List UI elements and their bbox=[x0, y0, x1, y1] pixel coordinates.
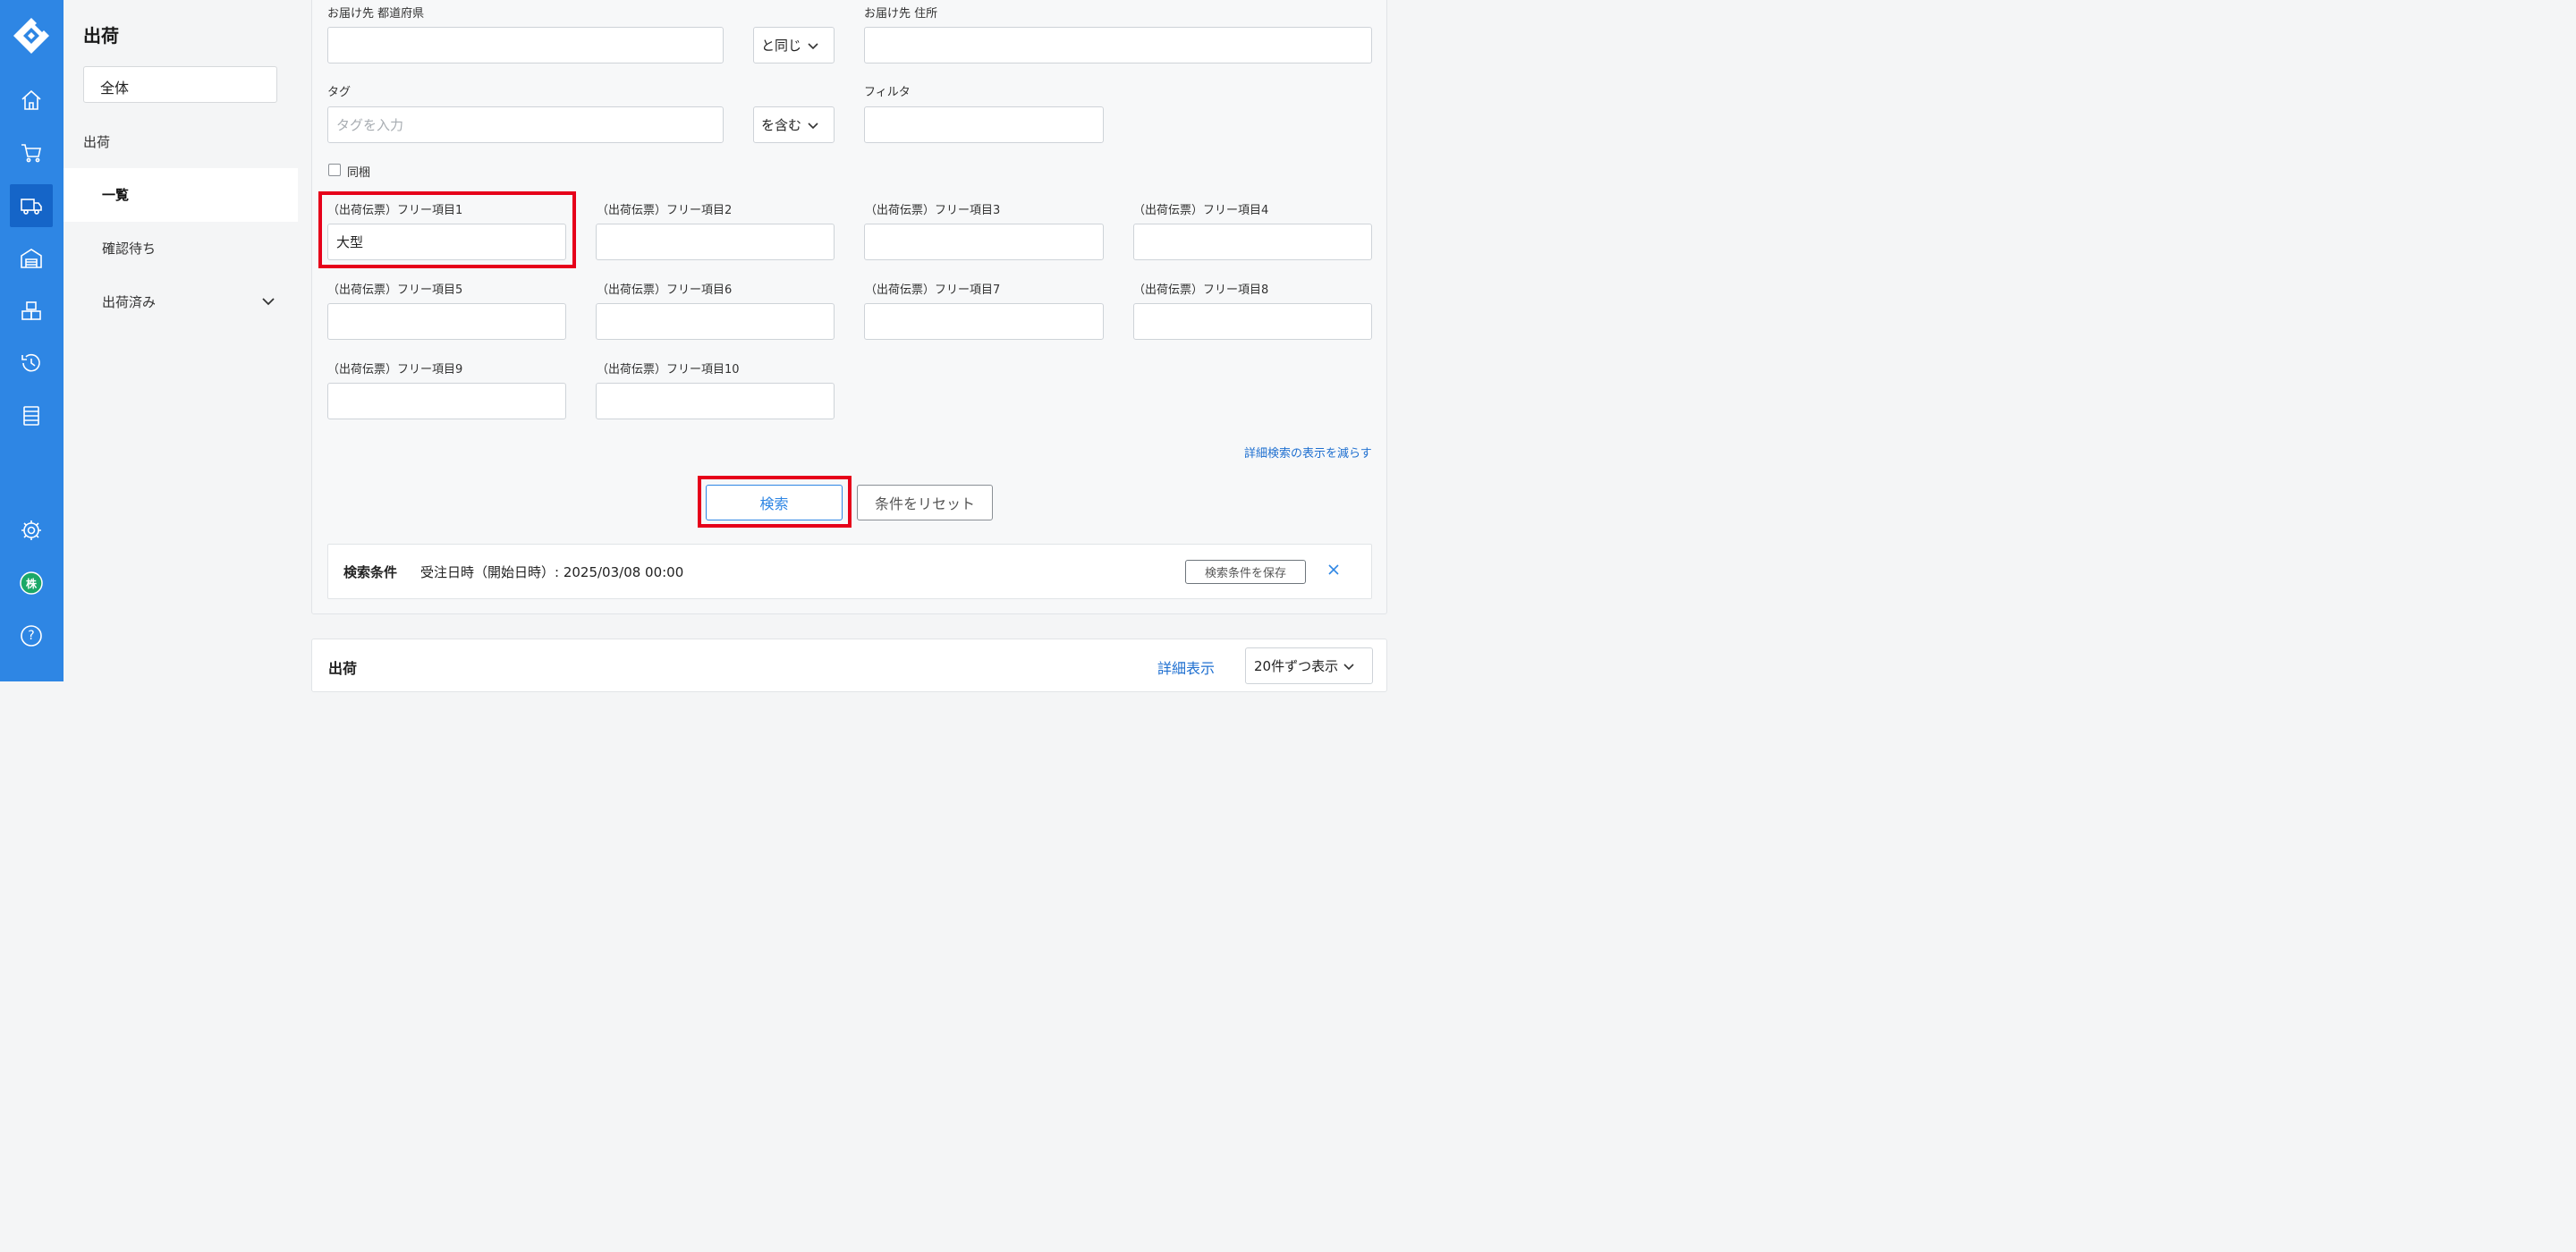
sidebar-item-label: 出荷済み bbox=[102, 294, 157, 310]
cart-icon[interactable] bbox=[10, 131, 53, 174]
sidebar-section-label: 出荷 bbox=[83, 134, 111, 150]
tag-operator-select[interactable]: を含む bbox=[753, 106, 835, 143]
history-icon[interactable] bbox=[10, 342, 53, 385]
avatar-label: 株 bbox=[25, 577, 37, 590]
save-conditions-button[interactable]: 検索条件を保存 bbox=[1185, 560, 1306, 584]
prefecture-input[interactable] bbox=[327, 27, 724, 63]
free-field-7-label: （出荷伝票）フリー項目7 bbox=[865, 283, 1001, 297]
boxes-icon[interactable] bbox=[10, 290, 53, 333]
free-field-7-input[interactable] bbox=[864, 303, 1104, 340]
sidebar: 出荷 全体 出荷 一覧 確認待ち 出荷済み bbox=[64, 0, 298, 681]
search-conditions-bar: 検索条件 受注日時（開始日時）: 2025/03/08 00:00 検索条件を保… bbox=[327, 544, 1372, 599]
chevron-down-icon bbox=[1343, 663, 1354, 670]
per-page-label: 20件ずつ表示 bbox=[1254, 658, 1339, 674]
highlight-box-free-field-1 bbox=[318, 191, 576, 268]
scope-selector[interactable]: 全体 bbox=[83, 66, 277, 103]
chevron-down-icon[interactable] bbox=[260, 293, 276, 309]
free-field-9-input[interactable] bbox=[327, 383, 566, 419]
chevron-down-icon bbox=[808, 122, 818, 129]
address-label: お届け先 住所 bbox=[864, 7, 938, 21]
gear-icon[interactable] bbox=[10, 509, 53, 552]
icon-rail: 株 ? bbox=[0, 0, 64, 681]
free-field-6-input[interactable] bbox=[596, 303, 835, 340]
filter-input[interactable] bbox=[864, 106, 1104, 143]
sidebar-item-shipped[interactable]: 出荷済み bbox=[64, 275, 298, 329]
tag-operator-label: を含む bbox=[761, 117, 802, 133]
help-icon[interactable]: ? bbox=[10, 614, 53, 657]
sidebar-item-list[interactable]: 一覧 bbox=[64, 168, 298, 222]
free-field-10-input[interactable] bbox=[596, 383, 835, 419]
sidebar-item-label: 確認待ち bbox=[102, 241, 157, 257]
sidebar-title: 出荷 bbox=[83, 25, 119, 47]
tag-input[interactable] bbox=[327, 106, 724, 143]
chevron-down-icon bbox=[808, 42, 818, 49]
truck-icon[interactable] bbox=[10, 184, 53, 227]
free-field-10-label: （出荷伝票）フリー項目10 bbox=[597, 363, 740, 376]
reset-button[interactable]: 条件をリセット bbox=[857, 485, 993, 520]
free-field-5-input[interactable] bbox=[327, 303, 566, 340]
warehouse-icon[interactable] bbox=[10, 237, 53, 280]
free-field-4-input[interactable] bbox=[1133, 224, 1372, 260]
conditions-value: 受注日時（開始日時）: 2025/03/08 00:00 bbox=[420, 564, 684, 580]
filter-label: フィルタ bbox=[864, 86, 911, 99]
free-field-5-label: （出荷伝票）フリー項目5 bbox=[327, 283, 463, 297]
conditions-heading: 検索条件 bbox=[343, 564, 398, 580]
highlight-box-search-button bbox=[698, 476, 852, 528]
home-icon[interactable] bbox=[10, 79, 53, 122]
list-icon[interactable] bbox=[10, 394, 53, 437]
free-field-2-input[interactable] bbox=[596, 224, 835, 260]
prefecture-label: お届け先 都道府県 bbox=[327, 7, 425, 21]
free-field-9-label: （出荷伝票）フリー項目9 bbox=[327, 363, 463, 376]
sidebar-item-pending[interactable]: 確認待ち bbox=[64, 222, 298, 275]
logo-icon[interactable] bbox=[12, 16, 51, 55]
free-field-8-label: （出荷伝票）フリー項目8 bbox=[1133, 283, 1269, 297]
sidebar-item-label: 一覧 bbox=[102, 187, 130, 203]
prefecture-operator-label: と同じ bbox=[761, 38, 802, 54]
free-field-8-input[interactable] bbox=[1133, 303, 1372, 340]
show-less-link[interactable]: 詳細検索の表示を減らす bbox=[1244, 444, 1372, 461]
shipment-list-header: 出荷 詳細表示 20件ずつ表示 bbox=[311, 639, 1387, 692]
prefecture-operator-select[interactable]: と同じ bbox=[753, 27, 835, 63]
per-page-select[interactable]: 20件ずつ表示 bbox=[1245, 647, 1373, 684]
avatar[interactable]: 株 bbox=[10, 562, 53, 605]
free-field-2-label: （出荷伝票）フリー項目2 bbox=[597, 204, 733, 217]
detail-view-link[interactable]: 詳細表示 bbox=[1157, 656, 1215, 678]
tag-label: タグ bbox=[327, 86, 352, 99]
close-icon[interactable] bbox=[1326, 562, 1342, 578]
free-field-3-label: （出荷伝票）フリー項目3 bbox=[865, 204, 1001, 217]
bundle-label: 同梱 bbox=[347, 166, 371, 180]
bundle-checkbox[interactable] bbox=[328, 164, 341, 176]
free-field-4-label: （出荷伝票）フリー項目4 bbox=[1133, 204, 1269, 217]
free-field-6-label: （出荷伝票）フリー項目6 bbox=[597, 283, 733, 297]
address-input[interactable] bbox=[864, 27, 1372, 63]
help-label: ? bbox=[28, 629, 35, 643]
free-field-3-input[interactable] bbox=[864, 224, 1104, 260]
list-title: 出荷 bbox=[328, 660, 358, 677]
